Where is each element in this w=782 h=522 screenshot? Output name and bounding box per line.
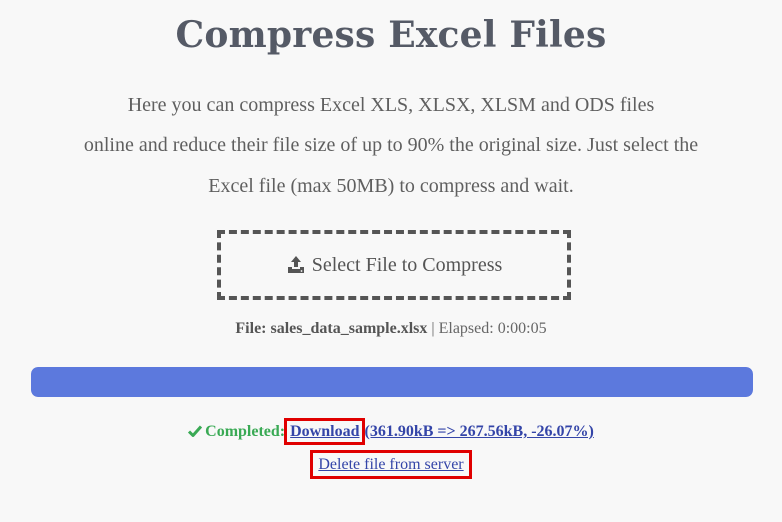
description-line-2: online and reduce their file size of up …	[83, 134, 699, 156]
size-summary-link[interactable]: (361.90kB => 267.56kB, -26.07%)	[364, 423, 593, 440]
file-status: File: sales_data_sample.xlsx | Elapsed: …	[0, 320, 782, 338]
description-line-1: Here you can compress Excel XLS, XLSX, X…	[127, 94, 655, 116]
elapsed-value: 0:00:05	[497, 320, 547, 337]
progress-bar	[31, 367, 753, 397]
completed-label: Completed:	[205, 423, 286, 440]
delete-file-link[interactable]: Delete file from server	[310, 450, 472, 479]
file-label: File:	[235, 320, 267, 337]
status-separator: |	[431, 320, 435, 337]
delete-line: Delete file from server	[0, 450, 782, 479]
select-file-label: Select File to Compress	[311, 253, 503, 276]
file-name: sales_data_sample.xlsx	[270, 320, 428, 337]
upload-icon	[286, 255, 306, 275]
result-line: Completed: Download (361.90kB => 267.56k…	[0, 418, 782, 445]
progress-fill	[31, 367, 753, 397]
check-icon	[188, 424, 203, 437]
download-link[interactable]: Download	[284, 418, 366, 445]
elapsed-label: Elapsed:	[438, 320, 494, 337]
page-title: Compress Excel Files	[175, 14, 607, 56]
description-line-3: Excel file (max 50MB) to compress and wa…	[208, 175, 574, 197]
select-file-button[interactable]: Select File to Compress	[217, 230, 571, 300]
